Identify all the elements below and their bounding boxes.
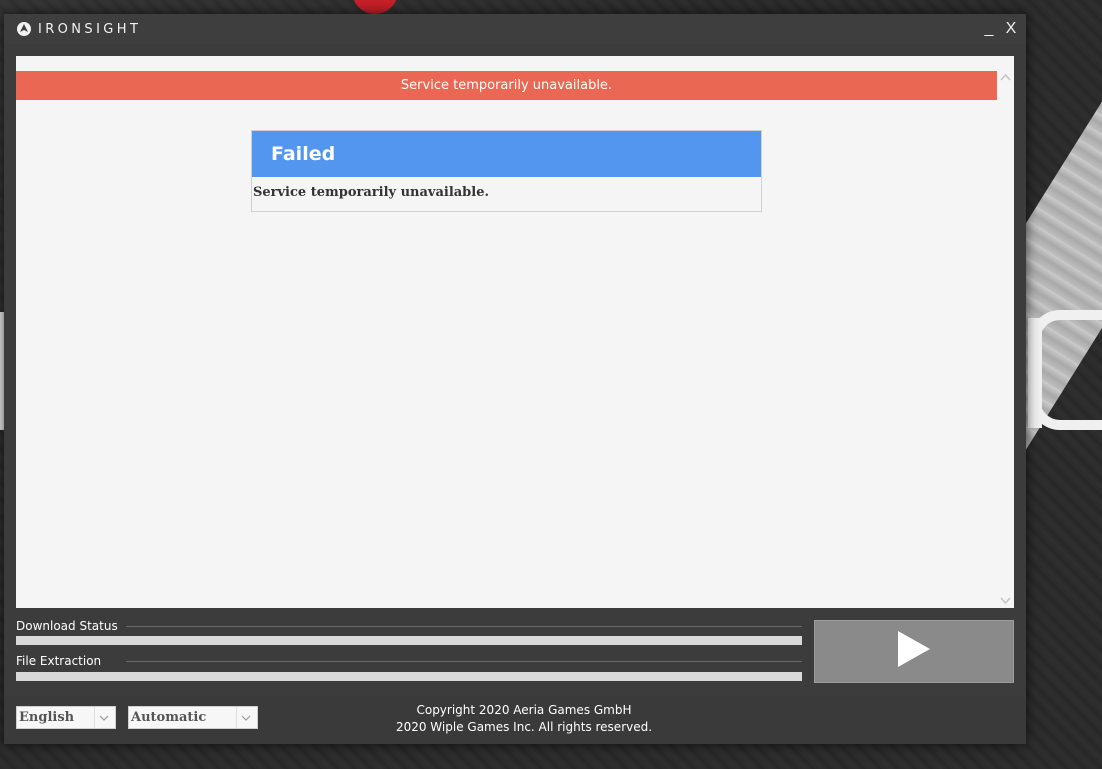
launcher-content-panel: Service temporarily unavailable. Failed …	[16, 56, 1014, 608]
file-extraction-rule	[126, 661, 802, 662]
title-bar[interactable]: IRONSIGHT _ X	[4, 14, 1026, 44]
chevron-up-icon[interactable]	[1000, 70, 1011, 84]
chevron-down-icon	[236, 707, 255, 728]
file-extraction-label: File Extraction	[16, 654, 102, 668]
dialog-title: Failed	[252, 131, 761, 177]
ironsight-logo-icon	[16, 21, 32, 37]
error-banner: Service temporarily unavailable.	[16, 71, 997, 100]
mode-select[interactable]: Automatic	[128, 706, 258, 729]
language-select[interactable]: English	[16, 706, 116, 729]
window-controls: _ X	[982, 18, 1018, 40]
failure-dialog: Failed Service temporarily unavailable.	[251, 130, 762, 212]
dialog-message: Service temporarily unavailable.	[253, 185, 490, 200]
language-select-value: English	[19, 710, 75, 725]
vertical-scrollbar[interactable]	[997, 70, 1014, 608]
copyright-line-2: 2020 Wiple Games Inc. All rights reserve…	[395, 720, 653, 734]
close-button[interactable]: X	[1004, 18, 1018, 40]
copyright-notice: Copyright 2020 Aeria Games GmbH 2020 Wip…	[394, 702, 654, 736]
background-red-tab	[352, 0, 398, 14]
copyright-line-1: Copyright 2020 Aeria Games GmbH	[416, 703, 632, 717]
mode-select-value: Automatic	[131, 710, 207, 725]
minimize-button[interactable]: _	[982, 18, 996, 40]
play-icon	[896, 629, 932, 674]
chevron-down-icon	[94, 707, 113, 728]
chevron-down-icon[interactable]	[1000, 594, 1011, 608]
app-title: IRONSIGHT	[38, 21, 142, 37]
launcher-window: IRONSIGHT _ X Service temporarily unavai…	[4, 14, 1026, 744]
app-logo: IRONSIGHT	[16, 21, 141, 37]
download-status-label: Download Status	[16, 619, 118, 633]
play-button[interactable]	[814, 620, 1014, 683]
background-glyph	[1030, 310, 1102, 430]
download-status-rule	[126, 626, 802, 627]
footer-bar: English Automatic Copyright 2020 Aeria G…	[4, 696, 1026, 744]
download-progress-bar	[16, 636, 802, 645]
extraction-progress-bar	[16, 672, 802, 681]
